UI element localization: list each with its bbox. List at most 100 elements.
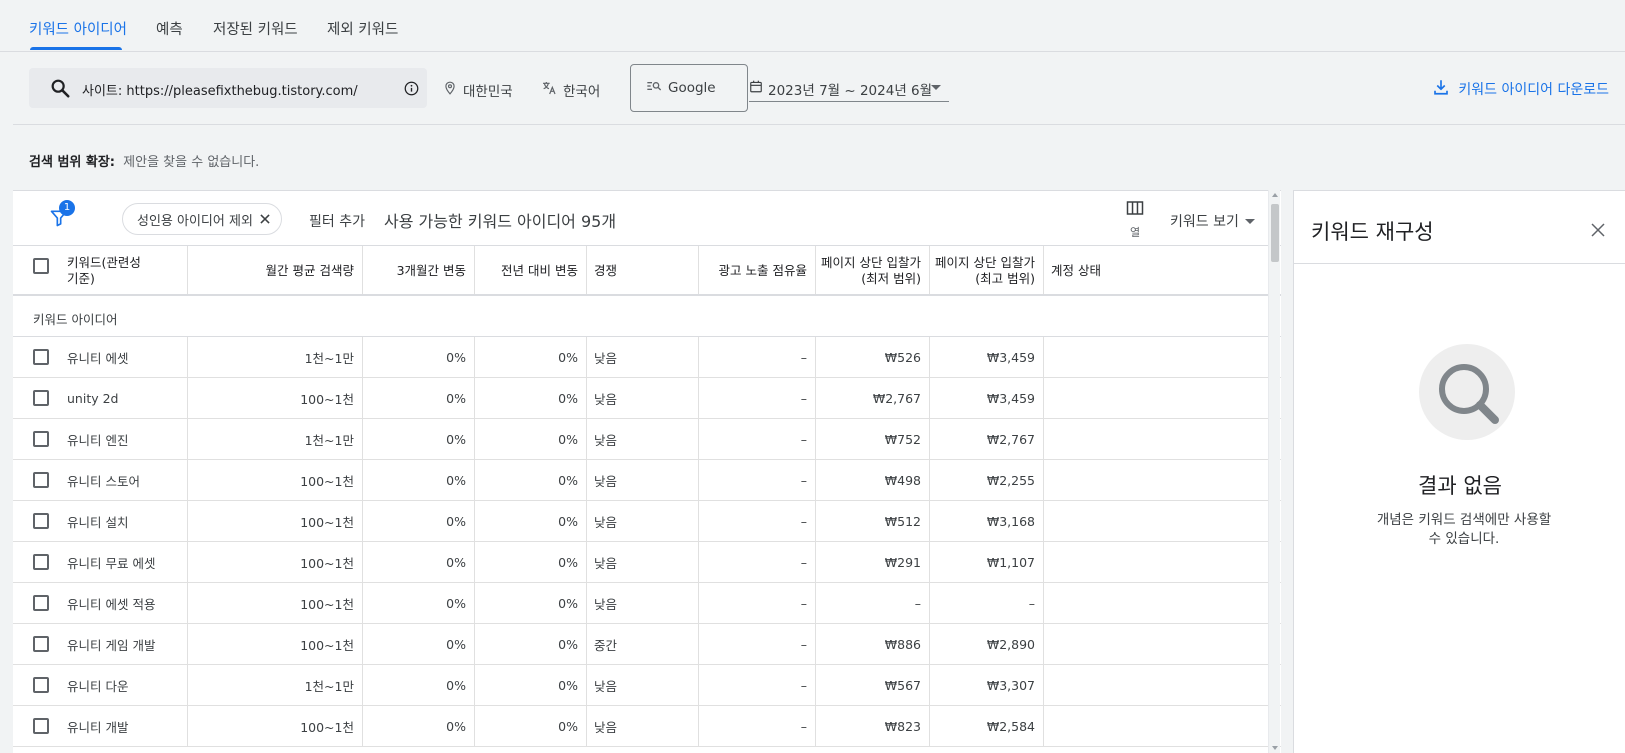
cell-bid-low: ₩2,767: [872, 390, 921, 406]
download-keyword-ideas-button[interactable]: 키워드 아이디어 다운로드: [1432, 78, 1609, 100]
tab-keyword-ideas[interactable]: 키워드 아이디어: [29, 18, 127, 39]
row-checkbox[interactable]: [33, 431, 49, 447]
tab-negative-keywords[interactable]: 제외 키워드: [327, 18, 398, 39]
close-icon[interactable]: [258, 212, 272, 230]
network-search-icon: [646, 79, 662, 97]
panel-divider: [1294, 263, 1625, 264]
header-bid-high[interactable]: 페이지 상단 입찰가 (최고 범위): [929, 246, 1043, 295]
table-row[interactable]: 유니티 개발 100~1천 0% 0% 낮음 – ₩823 ₩2,584: [13, 706, 1281, 747]
cell-competition: 낮음: [594, 555, 618, 571]
scroll-up-arrow[interactable]: [1272, 193, 1278, 197]
cell-competition: 낮음: [594, 432, 618, 448]
add-filter-button[interactable]: 필터 추가: [309, 211, 365, 231]
search-box[interactable]: 사이트: https://pleasefixthebug.tistory.com…: [29, 68, 427, 108]
magnifier-icon: [1439, 364, 1499, 424]
cell-bid-high: ₩3,168: [986, 513, 1035, 529]
cell-impression-share: –: [800, 636, 807, 652]
table-row[interactable]: 유니티 스토어 100~1천 0% 0% 낮음 – ₩498 ₩2,255: [13, 460, 1281, 501]
cell-bid-high: ₩1,107: [986, 554, 1035, 570]
cell-yoy-change: 0%: [558, 677, 578, 693]
cell-monthly-volume: 100~1천: [300, 514, 354, 530]
keyword-refine-panel: 키워드 재구성 결과 없음 개념은 키워드 검색에만 사용할 수 있습니다.: [1293, 190, 1625, 753]
header-impression-share[interactable]: 광고 노출 점유율: [698, 246, 815, 295]
language-selector[interactable]: 한국어: [541, 80, 600, 100]
cell-yoy-change: 0%: [558, 513, 578, 529]
columns-icon[interactable]: [1120, 200, 1150, 220]
no-result-title: 결과 없음: [1418, 474, 1502, 498]
toolbar: 사이트: https://pleasefixthebug.tistory.com…: [13, 52, 1625, 125]
scrollbar-thumb[interactable]: [1271, 204, 1279, 262]
header-keyword[interactable]: 키워드(관련성 기준): [59, 246, 183, 295]
row-checkbox[interactable]: [33, 554, 49, 570]
row-checkbox[interactable]: [33, 349, 49, 365]
row-checkbox[interactable]: [33, 636, 49, 652]
cell-keyword: 유니티 엔진: [67, 432, 129, 448]
columns-label[interactable]: 열: [1120, 224, 1150, 240]
header-yoy-change[interactable]: 전년 대비 변동: [474, 246, 586, 295]
cell-bid-low: ₩498: [884, 472, 921, 488]
panel-title: 키워드 재구성: [1311, 220, 1434, 244]
table-scrollbar[interactable]: [1268, 190, 1280, 753]
cell-keyword: 유니티 에셋 적용: [67, 596, 156, 612]
tab-saved-keywords[interactable]: 저장된 키워드: [213, 18, 298, 39]
cell-impression-share: –: [800, 472, 807, 488]
cell-bid-low: ₩752: [884, 431, 921, 447]
cell-3month-change: 0%: [446, 472, 466, 488]
row-checkbox[interactable]: [33, 595, 49, 611]
table-row[interactable]: 유니티 에셋 1천~1만 0% 0% 낮음 – ₩526 ₩3,459: [13, 337, 1281, 378]
keyword-view-dropdown[interactable]: 키워드 보기: [1170, 211, 1255, 231]
no-result-description: 개념은 키워드 검색에만 사용할 수 있습니다.: [1376, 512, 1552, 547]
header-bid-low[interactable]: 페이지 상단 입찰가 (최저 범위): [815, 246, 929, 295]
row-checkbox[interactable]: [33, 513, 49, 529]
table-row[interactable]: 유니티 에셋 적용 100~1천 0% 0% 낮음 – – –: [13, 583, 1281, 624]
cell-account-status: [1043, 665, 1243, 705]
header-monthly-volume[interactable]: 월간 평균 검색량: [170, 246, 362, 295]
table-row[interactable]: 유니티 엔진 1천~1만 0% 0% 낮음 – ₩752 ₩2,767: [13, 419, 1281, 460]
cell-yoy-change: 0%: [558, 472, 578, 488]
cell-account-status: [1043, 337, 1243, 377]
table-row[interactable]: 유니티 설치 100~1천 0% 0% 낮음 – ₩512 ₩3,168: [13, 501, 1281, 542]
search-network-selector[interactable]: Google: [630, 64, 748, 112]
select-all-checkbox[interactable]: [33, 258, 49, 274]
location-selector[interactable]: 대한민국: [443, 80, 513, 100]
row-checkbox[interactable]: [33, 390, 49, 406]
keyword-table-panel: 1 성인용 아이디어 제외 필터 추가 사용 가능한 키워드 아이디어 95개 …: [13, 190, 1281, 753]
cell-yoy-change: 0%: [558, 390, 578, 406]
table-row[interactable]: 유니티 무료 에셋 100~1천 0% 0% 낮음 – ₩291 ₩1,107: [13, 542, 1281, 583]
table-row[interactable]: 유니티 다운 1천~1만 0% 0% 낮음 – ₩567 ₩3,307: [13, 665, 1281, 706]
info-icon[interactable]: [404, 81, 419, 100]
cell-bid-low: ₩567: [884, 677, 921, 693]
tab-forecast[interactable]: 예측: [156, 18, 183, 39]
filter-chip-adult-exclusion[interactable]: 성인용 아이디어 제외: [122, 203, 282, 235]
cell-yoy-change: 0%: [558, 349, 578, 365]
cell-account-status: [1043, 583, 1243, 623]
search-text: 사이트: https://pleasefixthebug.tistory.com…: [82, 84, 358, 99]
table-header: 키워드(관련성 기준) 월간 평균 검색량 3개월간 변동 전년 대비 변동 경쟁…: [13, 245, 1281, 296]
date-range-selector[interactable]: 2023년 7월 ~ 2024년 6월: [749, 76, 949, 102]
download-icon: [1432, 78, 1450, 100]
row-checkbox[interactable]: [33, 677, 49, 693]
table-row[interactable]: unity 2d 100~1천 0% 0% 낮음 – ₩2,767 ₩3,459: [13, 378, 1281, 419]
scroll-down-arrow[interactable]: [1272, 746, 1278, 750]
cell-monthly-volume: 1천~1만: [304, 350, 354, 366]
cell-impression-share: –: [800, 390, 807, 406]
caret-down-icon: [1244, 218, 1255, 224]
cell-competition: 낮음: [594, 719, 618, 735]
cell-keyword: unity 2d: [67, 390, 119, 406]
table-row[interactable]: 유니티 게임 개발 100~1천 0% 0% 중간 – ₩886 ₩2,890: [13, 624, 1281, 665]
header-competition[interactable]: 경쟁: [586, 246, 698, 295]
header-account-status[interactable]: 계정 상태: [1043, 246, 1243, 295]
close-icon[interactable]: [1589, 221, 1607, 243]
cell-yoy-change: 0%: [558, 636, 578, 652]
cell-bid-low: ₩291: [884, 554, 921, 570]
cell-competition: 낮음: [594, 350, 618, 366]
cell-3month-change: 0%: [446, 636, 466, 652]
chevron-down-icon: [931, 85, 941, 90]
cell-monthly-volume: 1천~1만: [304, 678, 354, 694]
header-3month-change[interactable]: 3개월간 변동: [362, 246, 474, 295]
cell-bid-low: ₩526: [884, 349, 921, 365]
cell-account-status: [1043, 501, 1243, 541]
row-checkbox[interactable]: [33, 718, 49, 734]
row-checkbox[interactable]: [33, 472, 49, 488]
group-row-keyword-ideas: 키워드 아이디어: [13, 296, 1281, 337]
